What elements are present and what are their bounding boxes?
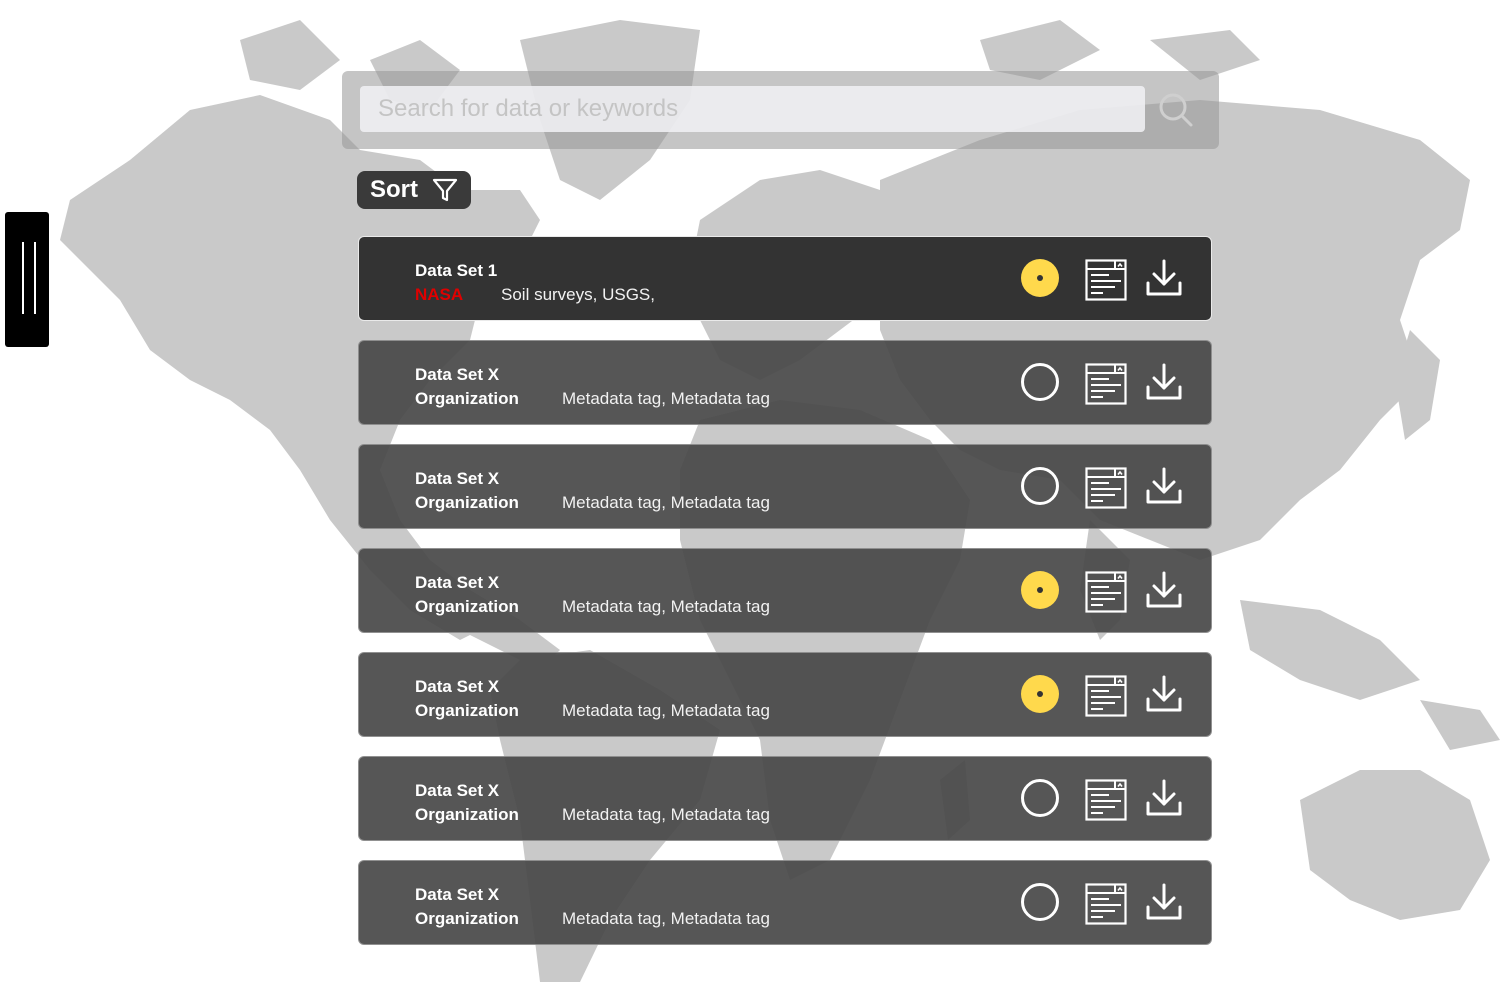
dataset-card[interactable]: Data Set X Organization Metadata tag, Me…: [358, 652, 1212, 737]
details-button[interactable]: [1085, 363, 1127, 405]
dataset-card[interactable]: Data Set X Organization Metadata tag, Me…: [358, 860, 1212, 945]
download-button[interactable]: [1146, 883, 1182, 921]
dataset-organization: Organization: [415, 805, 519, 824]
dataset-organization: Organization: [415, 493, 519, 512]
select-radio-button[interactable]: [1021, 467, 1059, 505]
download-icon: [1146, 467, 1182, 504]
details-button[interactable]: [1085, 779, 1127, 821]
dataset-card[interactable]: Data Set 1 NASA Soil surveys, USGS,: [358, 236, 1212, 321]
details-button[interactable]: [1085, 675, 1127, 717]
dataset-title: Data Set 1: [415, 261, 498, 280]
download-button[interactable]: [1146, 779, 1182, 817]
details-button[interactable]: [1085, 467, 1127, 509]
dataset-title: Data Set X: [415, 365, 500, 384]
download-button[interactable]: [1146, 259, 1182, 297]
dataset-title: Data Set X: [415, 469, 500, 488]
download-icon: [1146, 675, 1182, 712]
details-button[interactable]: [1085, 883, 1127, 925]
dataset-card[interactable]: Data Set X Organization Metadata tag, Me…: [358, 548, 1212, 633]
dataset-card[interactable]: Data Set X Organization Metadata tag, Me…: [358, 756, 1212, 841]
dataset-card[interactable]: Data Set X Organization Metadata tag, Me…: [358, 340, 1212, 425]
dataset-title: Data Set X: [415, 573, 500, 592]
document-icon: [1085, 883, 1127, 925]
dataset-card[interactable]: Data Set X Organization Metadata tag, Me…: [358, 444, 1212, 529]
document-icon: [1085, 259, 1127, 301]
download-icon: [1146, 259, 1182, 296]
dataset-title: Data Set X: [415, 781, 500, 800]
document-icon: [1085, 779, 1127, 821]
download-icon: [1146, 883, 1182, 920]
download-icon: [1146, 571, 1182, 608]
document-icon: [1085, 363, 1127, 405]
document-icon: [1085, 675, 1127, 717]
select-radio-button[interactable]: [1021, 571, 1059, 609]
download-icon: [1146, 779, 1182, 816]
select-radio-button[interactable]: [1021, 779, 1059, 817]
dataset-organization: Organization: [415, 597, 519, 616]
dataset-tags: Metadata tag, Metadata tag: [562, 805, 770, 824]
search-button[interactable]: [1154, 88, 1198, 132]
search-input[interactable]: [360, 86, 1145, 132]
download-icon: [1146, 363, 1182, 400]
download-button[interactable]: [1146, 467, 1182, 505]
drag-handle-icon: [22, 242, 24, 314]
dataset-title: Data Set X: [415, 677, 500, 696]
document-icon: [1085, 467, 1127, 509]
details-button[interactable]: [1085, 259, 1127, 301]
dataset-organization: Organization: [415, 701, 519, 720]
dataset-tags: Metadata tag, Metadata tag: [562, 493, 770, 512]
sort-label: Sort: [370, 176, 418, 203]
sort-button[interactable]: Sort: [357, 171, 471, 209]
app-stage: Sort Data Set 1 NASA Soil surveys, USGS,: [0, 0, 1512, 982]
select-radio-button[interactable]: [1021, 259, 1059, 297]
search-icon: [1159, 93, 1193, 127]
download-button[interactable]: [1146, 571, 1182, 609]
dataset-tags: Metadata tag, Metadata tag: [562, 701, 770, 720]
dataset-tags: Soil surveys, USGS,: [501, 285, 655, 304]
details-button[interactable]: [1085, 571, 1127, 613]
dataset-organization: NASA: [415, 285, 464, 304]
document-icon: [1085, 571, 1127, 613]
select-radio-button[interactable]: [1021, 883, 1059, 921]
dataset-tags: Metadata tag, Metadata tag: [562, 597, 770, 616]
dataset-tags: Metadata tag, Metadata tag: [562, 909, 770, 928]
filter-icon: [432, 177, 458, 203]
side-panel-handle[interactable]: [5, 212, 49, 347]
dataset-title: Data Set X: [415, 885, 500, 904]
drag-handle-icon: [34, 242, 36, 314]
dataset-organization: Organization: [415, 389, 519, 408]
dataset-tags: Metadata tag, Metadata tag: [562, 389, 770, 408]
download-button[interactable]: [1146, 363, 1182, 401]
dataset-organization: Organization: [415, 909, 519, 928]
download-button[interactable]: [1146, 675, 1182, 713]
select-radio-button[interactable]: [1021, 363, 1059, 401]
search-panel: [342, 71, 1219, 149]
select-radio-button[interactable]: [1021, 675, 1059, 713]
